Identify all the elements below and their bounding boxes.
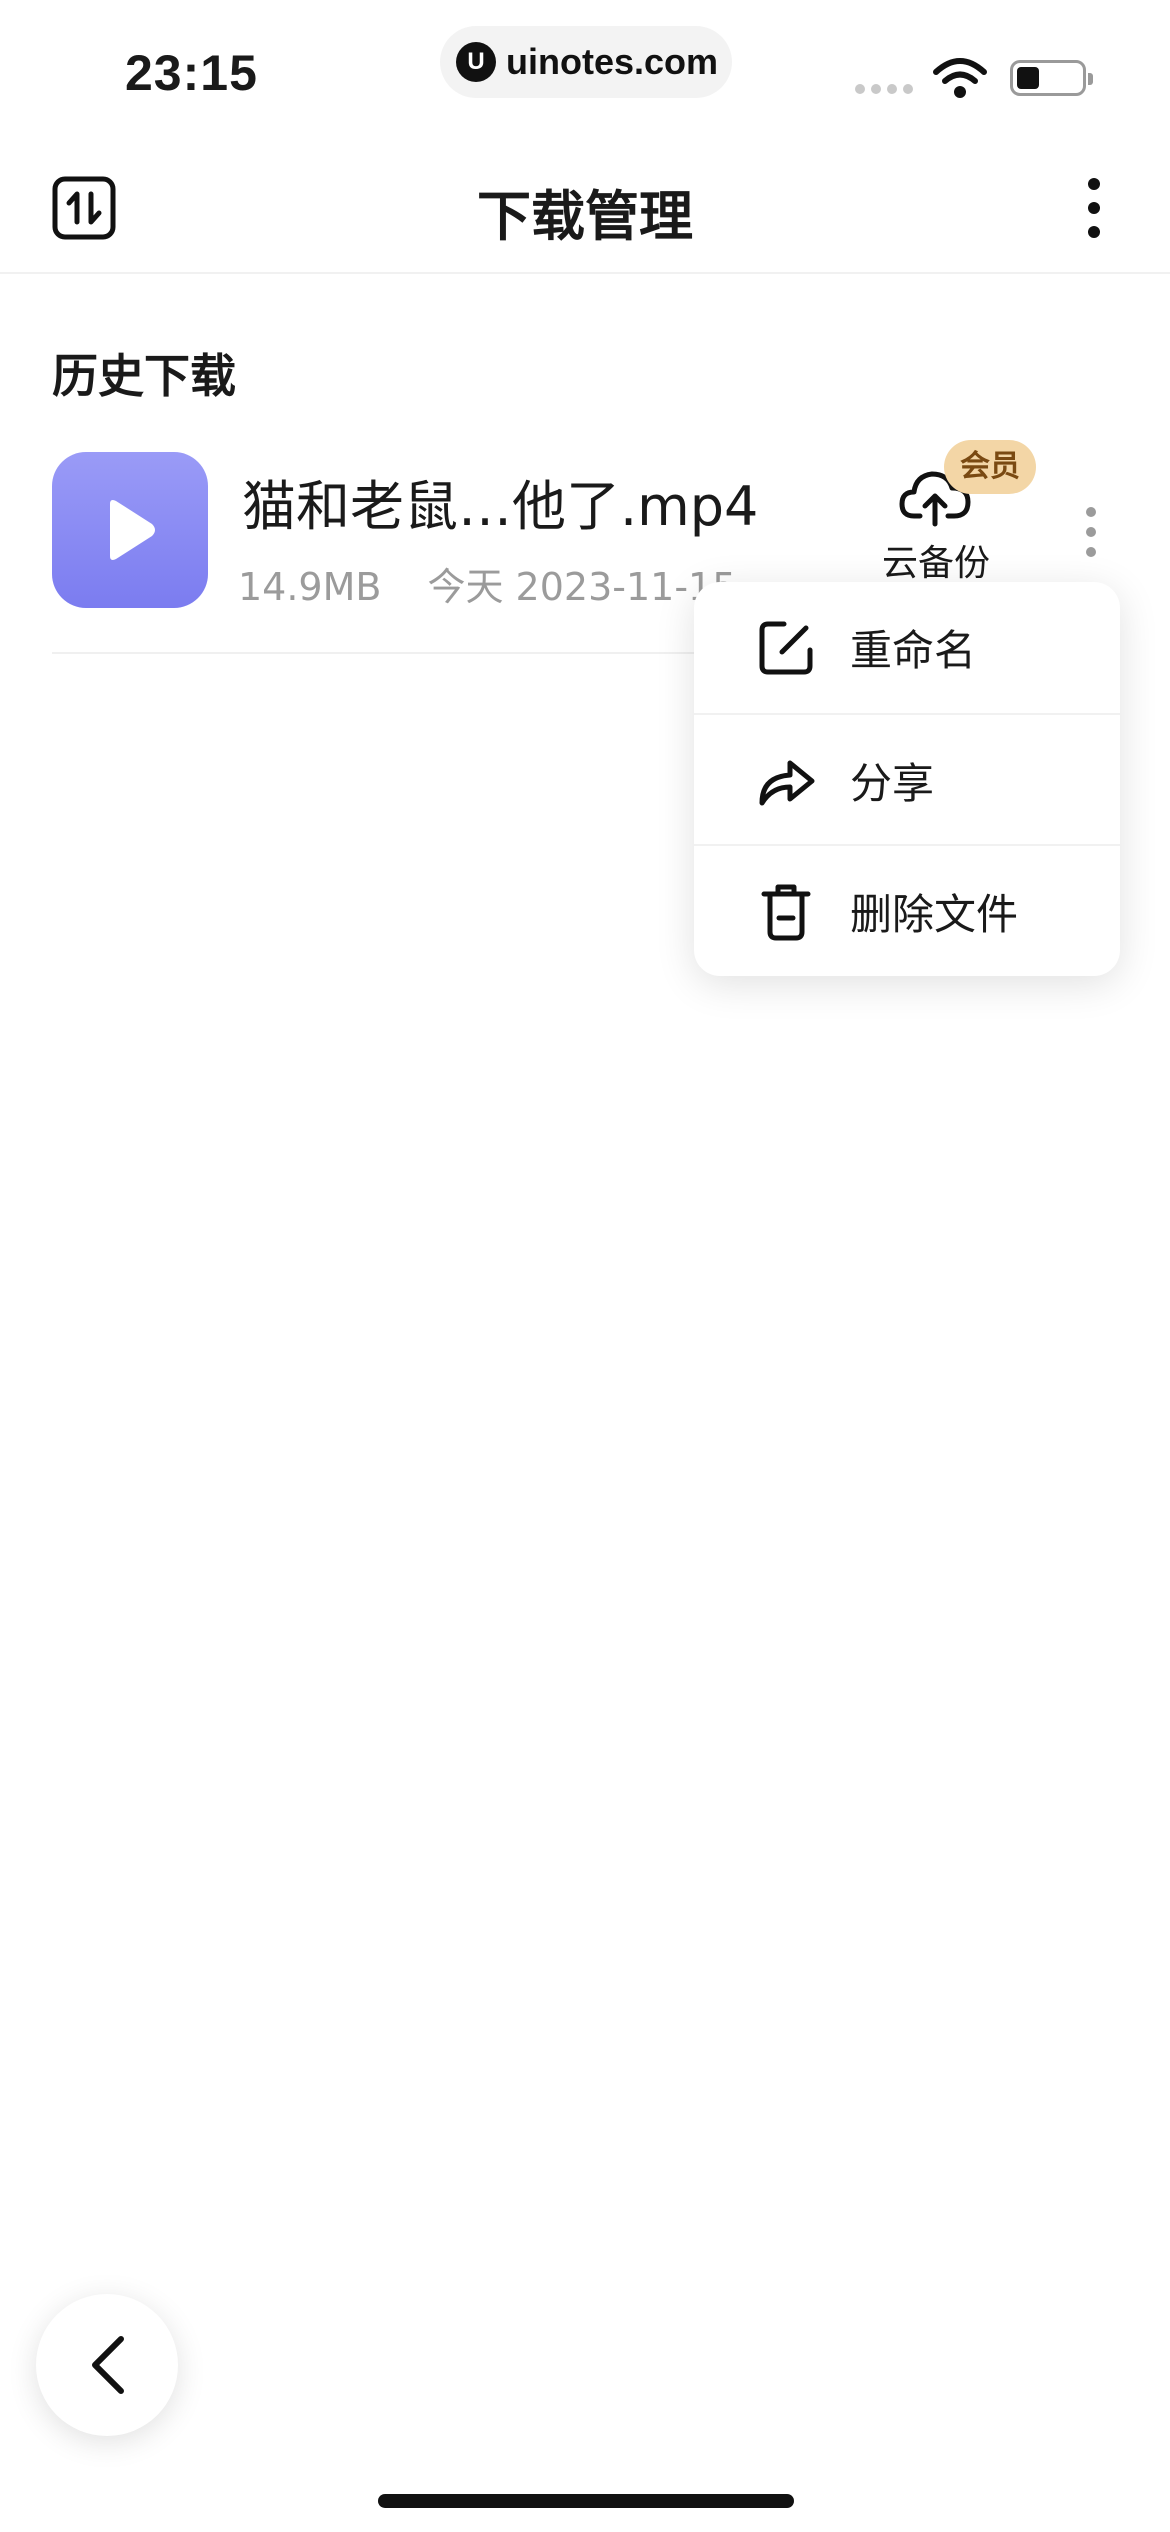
back-button[interactable] — [36, 2294, 178, 2436]
vip-badge: 会员 — [944, 440, 1036, 494]
menu-item-label: 删除文件 — [850, 890, 1019, 939]
section-title: 历史下载 — [52, 349, 236, 403]
trash-icon — [761, 884, 811, 940]
share-icon — [759, 760, 815, 805]
status-time: 23:15 — [125, 45, 258, 101]
more-options-icon[interactable] — [1082, 176, 1106, 240]
cellular-signal-icon — [855, 84, 913, 94]
url-text: uinotes.com — [506, 41, 719, 82]
edit-icon — [759, 621, 813, 674]
chevron-left-icon — [92, 2336, 124, 2394]
play-icon — [110, 500, 155, 560]
menu-item-label: 分享 — [850, 759, 935, 808]
url-pill[interactable]: U uinotes.com — [440, 26, 732, 98]
cloud-backup-label[interactable]: 云备份 — [882, 534, 990, 586]
battery-icon — [1010, 60, 1093, 96]
menu-item-rename[interactable]: 重命名 — [694, 582, 1120, 713]
menu-item-share[interactable]: 分享 — [694, 713, 1120, 846]
file-more-icon[interactable] — [1083, 506, 1099, 558]
file-name[interactable]: 猫和老鼠…他了.mp4 — [242, 462, 758, 541]
file-size: 14.9MB — [238, 565, 382, 609]
menu-item-delete[interactable]: 删除文件 — [694, 844, 1120, 977]
home-indicator[interactable] — [378, 2494, 794, 2508]
header-divider — [0, 272, 1170, 274]
file-date: 今天 2023-11-15 — [427, 565, 737, 609]
wifi-icon — [933, 58, 987, 98]
video-thumbnail[interactable] — [52, 452, 208, 608]
site-logo-icon: U — [456, 42, 496, 82]
menu-item-label: 重命名 — [850, 626, 977, 675]
file-meta: 14.9MB 今天 2023-11-15 — [238, 556, 736, 611]
page-title: 下载管理 — [477, 185, 693, 248]
file-actions-menu: 重命名 分享 删除文件 — [694, 582, 1120, 976]
